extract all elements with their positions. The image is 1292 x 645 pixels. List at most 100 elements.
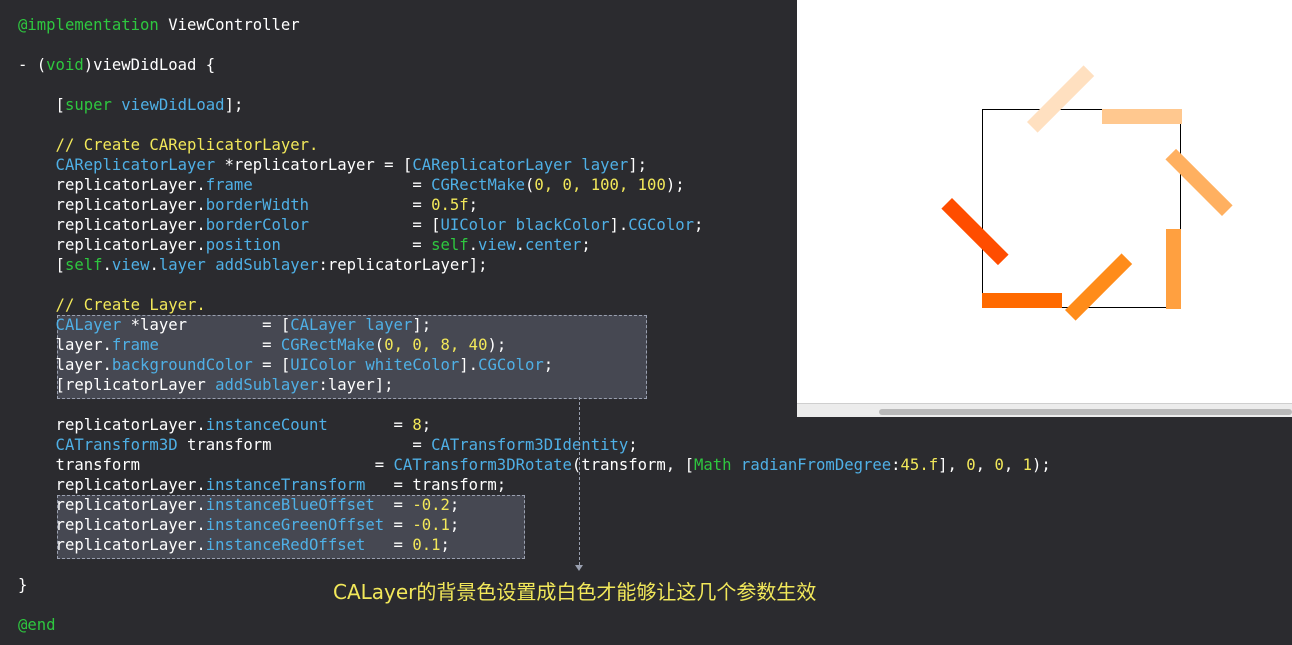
layer-add-msg: addSublayer — [205, 376, 319, 394]
count-prop: instanceCount — [205, 416, 328, 434]
rep-pos-end: ; — [581, 236, 591, 254]
implementation-keyword: @implementation — [18, 16, 159, 34]
red-end: ; — [440, 536, 450, 554]
t-decl-mid: transform = — [177, 436, 432, 454]
t-rot-sep: ], — [938, 456, 967, 474]
replica-bar-3 — [1166, 229, 1181, 309]
layer-frame-eq: = — [158, 336, 281, 354]
count-val: 8 — [412, 416, 422, 434]
t-rot-end: ); — [1032, 456, 1051, 474]
code-line-rep-position: replicatorLayer.position = self.view.cen… — [18, 235, 591, 255]
t-rot-msg: radianFromDegree — [731, 456, 892, 474]
t-decl-end: ; — [628, 436, 638, 454]
code-line-instance-transform: replicatorLayer.instanceTransform = tran… — [18, 475, 507, 495]
code-line-layer-frame: layer.frame = CGRectMake(0, 0, 8, 40); — [18, 335, 507, 355]
add-dot: . — [102, 256, 112, 274]
rep-frame-close: ); — [665, 176, 685, 194]
it-obj: replicatorLayer. — [18, 476, 206, 494]
layer-frame-obj: layer. — [18, 336, 112, 354]
replica-bar-1 — [982, 293, 1062, 308]
rep-pos-obj: replicatorLayer. — [18, 236, 206, 254]
t-rot-a: 0 — [966, 456, 976, 474]
it-rest: = transform; — [365, 476, 507, 494]
horizontal-scrollbar[interactable] — [879, 409, 1292, 415]
rep-pos-self: self — [431, 236, 469, 254]
green-prop: instanceGreenOffset — [205, 516, 385, 534]
rep-border-eq: = — [309, 196, 432, 214]
add-dot2: . — [149, 256, 159, 274]
rep-bcolor-end: ; — [693, 216, 704, 234]
layer-decl-end: ]; — [412, 316, 432, 334]
rep-pos-prop: position — [205, 236, 281, 254]
code-comment-layer: // Create Layer. — [18, 296, 206, 314]
t-rot-colon: : — [891, 456, 901, 474]
green-val: -0.1 — [412, 516, 450, 534]
blue-val: -0.2 — [412, 496, 450, 514]
replica-bar-5 — [1102, 109, 1182, 124]
red-eq: = — [365, 536, 413, 554]
add-rest: :replicatorLayer]; — [318, 256, 488, 274]
layer-frame-args: 0, 0, 8, 40 — [384, 336, 488, 354]
layer-bg-obj: layer. — [18, 356, 112, 374]
count-eq: = — [327, 416, 413, 434]
rep-pos-dot: . — [468, 236, 479, 254]
rep-frame-args: 0, 0, 100, 100 — [534, 176, 666, 194]
t-rot-c2: , — [1003, 456, 1023, 474]
simulator-preview — [797, 0, 1292, 417]
add-msg: addSublayer — [205, 256, 319, 274]
t-rot-deg: 45.f — [900, 456, 939, 474]
rep-decl-mid: *replicatorLayer = [ — [215, 156, 413, 174]
rep-decl-class: CAReplicatorLayer — [18, 156, 216, 174]
layer-bg-msg: whiteColor — [356, 356, 460, 374]
rep-bcolor-eq: = [ — [309, 216, 441, 234]
code-line-transform-rotate: transform = CATransform3DRotate(transfor… — [18, 455, 1051, 475]
rep-bcolor-prop2: CGColor — [628, 216, 694, 234]
rep-decl-end: ]; — [628, 156, 648, 174]
t-rot-b: 0 — [994, 456, 1004, 474]
rep-pos-eq: = — [280, 236, 432, 254]
t-rot-c: 1 — [1022, 456, 1033, 474]
red-val: 0.1 — [412, 536, 441, 554]
layer-frame-close: ); — [487, 336, 507, 354]
code-line-blue-offset: replicatorLayer.instanceBlueOffset = -0.… — [18, 495, 460, 515]
layer-decl-msg: layer — [356, 316, 413, 334]
rep-frame-open: ( — [525, 176, 535, 194]
rep-bcolor-obj: replicatorLayer. — [18, 216, 206, 234]
rep-frame-obj: replicatorLayer. — [18, 176, 206, 194]
super-method: viewDidLoad — [111, 96, 225, 114]
green-eq: = — [384, 516, 413, 534]
code-line-red-offset: replicatorLayer.instanceRedOffset = 0.1; — [18, 535, 450, 555]
code-line-instance-count: replicatorLayer.instanceCount = 8; — [18, 415, 432, 435]
layer-frame-fn: CGRectMake — [280, 336, 375, 354]
layer-bg-cls: UIColor — [290, 356, 356, 374]
rep-pos-dot2: . — [515, 236, 525, 254]
connector-line — [579, 397, 580, 565]
count-end: ; — [421, 416, 432, 434]
red-obj: replicatorLayer. — [18, 536, 206, 554]
rep-bcolor-prop: borderColor — [205, 216, 310, 234]
red-prop: instanceRedOffset — [205, 536, 366, 554]
code-line-layer-decl: CALayer *layer = [CALayer layer]; — [18, 315, 432, 335]
rep-pos-view: view — [478, 236, 516, 254]
add-open: [ — [18, 256, 65, 274]
rep-border-obj: replicatorLayer. — [18, 196, 206, 214]
layer-bg-eq: = [ — [252, 356, 291, 374]
layer-decl-cls2: CALayer — [290, 316, 356, 334]
rep-bcolor-msg: blackColor — [506, 216, 610, 234]
layer-add-open: [replicatorLayer — [18, 376, 206, 394]
t-decl-fn: CATransform3DIdentity — [431, 436, 629, 454]
t-rot-fn: CATransform3DRotate — [393, 456, 572, 474]
layer-add-rest: :layer]; — [318, 376, 394, 394]
blue-obj: replicatorLayer. — [18, 496, 206, 514]
layer-decl-mid: *layer = [ — [121, 316, 291, 334]
t-decl-cls: CATransform3D — [18, 436, 178, 454]
t-rot-mid: (transform, [ — [571, 456, 694, 474]
code-line-rep-frame: replicatorLayer.frame = CGRectMake(0, 0,… — [18, 175, 685, 195]
layer-bg-prop2: CGColor — [478, 356, 544, 374]
it-prop: instanceTransform — [205, 476, 366, 494]
rep-border-prop: borderWidth — [205, 196, 310, 214]
blue-eq: = — [374, 496, 413, 514]
rep-pos-center: center — [525, 236, 582, 254]
rep-frame-prop: frame — [205, 176, 253, 194]
blue-end: ; — [449, 496, 460, 514]
